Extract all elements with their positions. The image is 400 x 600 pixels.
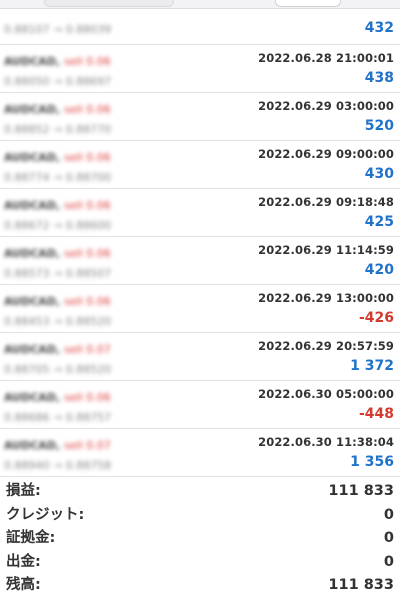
deal-profit: 1 372	[350, 358, 394, 374]
deal-profit: -426	[358, 310, 394, 326]
deal-row[interactable]: AUDCAD, sell 0.07 0.88705 → 0.88520 2022.…	[0, 333, 400, 381]
summary-value: 0	[383, 506, 394, 523]
deal-time: 2022.06.30 05:00:00	[258, 387, 394, 401]
deal-prices: 0.88940 → 0.88758	[4, 459, 112, 472]
deal-row[interactable]: AUDCAD, sell 0.07 0.88940 → 0.88758 2022.…	[0, 429, 400, 477]
deal-side: sell 0.06	[64, 103, 111, 116]
deal-prices: 0.88705 → 0.88520	[4, 363, 112, 376]
deal-side: sell 0.06	[64, 391, 111, 404]
deal-prices: 0.88107 → 0.88039	[4, 23, 112, 36]
summary-row-withdrawal: 出金: 0	[0, 551, 400, 575]
toolbar-button[interactable]	[275, 0, 341, 7]
deal-symbol: AUDCAD,	[4, 391, 61, 404]
deal-side: sell 0.06	[64, 199, 111, 212]
deal-profit: 1 356	[350, 454, 394, 470]
deal-profit: 430	[364, 166, 394, 182]
deal-profit: 420	[364, 262, 394, 278]
deal-profit: 425	[364, 214, 394, 230]
deal-row[interactable]: AUDCAD, sell 0.06 0.88852 → 0.88770 2022.…	[0, 93, 400, 141]
deal-prices: 0.88686 → 0.88757	[4, 411, 112, 424]
summary-label: 出金:	[6, 553, 41, 570]
deal-row[interactable]: AUDCAD, sell 0.06 0.88774 → 0.88700 2022.…	[0, 141, 400, 189]
deal-row[interactable]: AUDCAD, sell 0.06 0.88453 → 0.88520 2022.…	[0, 285, 400, 333]
deal-profit: -448	[358, 406, 394, 422]
deal-profit: 432	[364, 20, 394, 36]
deal-symbol: AUDCAD,	[4, 55, 61, 68]
deal-side: sell 0.06	[64, 295, 111, 308]
deal-side: sell 0.06	[64, 247, 111, 260]
deal-symbol: AUDCAD,	[4, 199, 61, 212]
summary-label: 証拠金:	[6, 530, 56, 546]
deal-side: sell 0.07	[64, 439, 111, 452]
deal-row[interactable]: 0.88107 → 0.88039 432	[0, 8, 400, 45]
deal-prices: 0.88672 → 0.88600	[4, 219, 112, 232]
summary-label: 損益:	[6, 483, 41, 499]
toolbar-segment[interactable]	[44, 0, 174, 7]
deal-profit: 438	[364, 70, 394, 86]
deal-symbol: AUDCAD,	[4, 439, 61, 452]
summary-row-credit: クレジット: 0	[0, 504, 400, 528]
deal-symbol: AUDCAD,	[4, 151, 61, 164]
deal-prices: 0.88774 → 0.88700	[4, 171, 112, 184]
summary-row-profit: 損益: 111 833	[0, 480, 400, 504]
deal-row[interactable]: AUDCAD, sell 0.06 0.88686 → 0.88757 2022.…	[0, 381, 400, 429]
deal-side: sell 0.06	[64, 55, 111, 68]
deal-time: 2022.06.29 09:18:48	[258, 195, 394, 209]
deal-time: 2022.06.29 13:00:00	[258, 291, 394, 305]
deal-row[interactable]: AUDCAD, sell 0.06 0.88573 → 0.88507 2022.…	[0, 237, 400, 285]
deal-time: 2022.06.29 11:14:59	[258, 243, 394, 257]
deal-row[interactable]: AUDCAD, sell 0.06 0.88672 → 0.88600 2022.…	[0, 189, 400, 237]
deal-symbol: AUDCAD,	[4, 343, 61, 356]
summary-value: 0	[383, 553, 394, 570]
summary-row-balance: 残高: 111 833	[0, 574, 400, 598]
deal-time: 2022.06.30 11:38:04	[258, 435, 394, 449]
deal-prices: 0.88050 → 0.88697	[4, 75, 112, 88]
deal-prices: 0.88852 → 0.88770	[4, 123, 112, 136]
account-summary: 損益: 111 833 クレジット: 0 証拠金: 0 出金: 0 残高: 11…	[0, 480, 400, 598]
summary-row-deposit: 証拠金: 0	[0, 527, 400, 551]
deal-time: 2022.06.29 03:00:00	[258, 99, 394, 113]
deal-time: 2022.06.29 20:57:59	[258, 339, 394, 353]
summary-label: クレジット:	[6, 506, 85, 523]
summary-value: 0	[383, 530, 394, 546]
deal-profit: 520	[364, 118, 394, 134]
deal-side: sell 0.07	[64, 343, 111, 356]
deal-time: 2022.06.29 09:00:00	[258, 147, 394, 161]
summary-value: 111 833	[328, 483, 394, 499]
deal-symbol: AUDCAD,	[4, 295, 61, 308]
deal-side: sell 0.06	[64, 151, 111, 164]
deal-prices: 0.88453 → 0.88520	[4, 315, 112, 328]
deal-prices: 0.88573 → 0.88507	[4, 267, 112, 280]
summary-value: 111 833	[328, 577, 394, 593]
deal-row[interactable]: AUDCAD, sell 0.06 0.88050 → 0.88697 2022.…	[0, 45, 400, 93]
deal-time: 2022.06.28 21:00:01	[258, 51, 394, 65]
summary-label: 残高:	[6, 577, 41, 593]
deal-symbol: AUDCAD,	[4, 247, 61, 260]
deal-symbol: AUDCAD,	[4, 103, 61, 116]
